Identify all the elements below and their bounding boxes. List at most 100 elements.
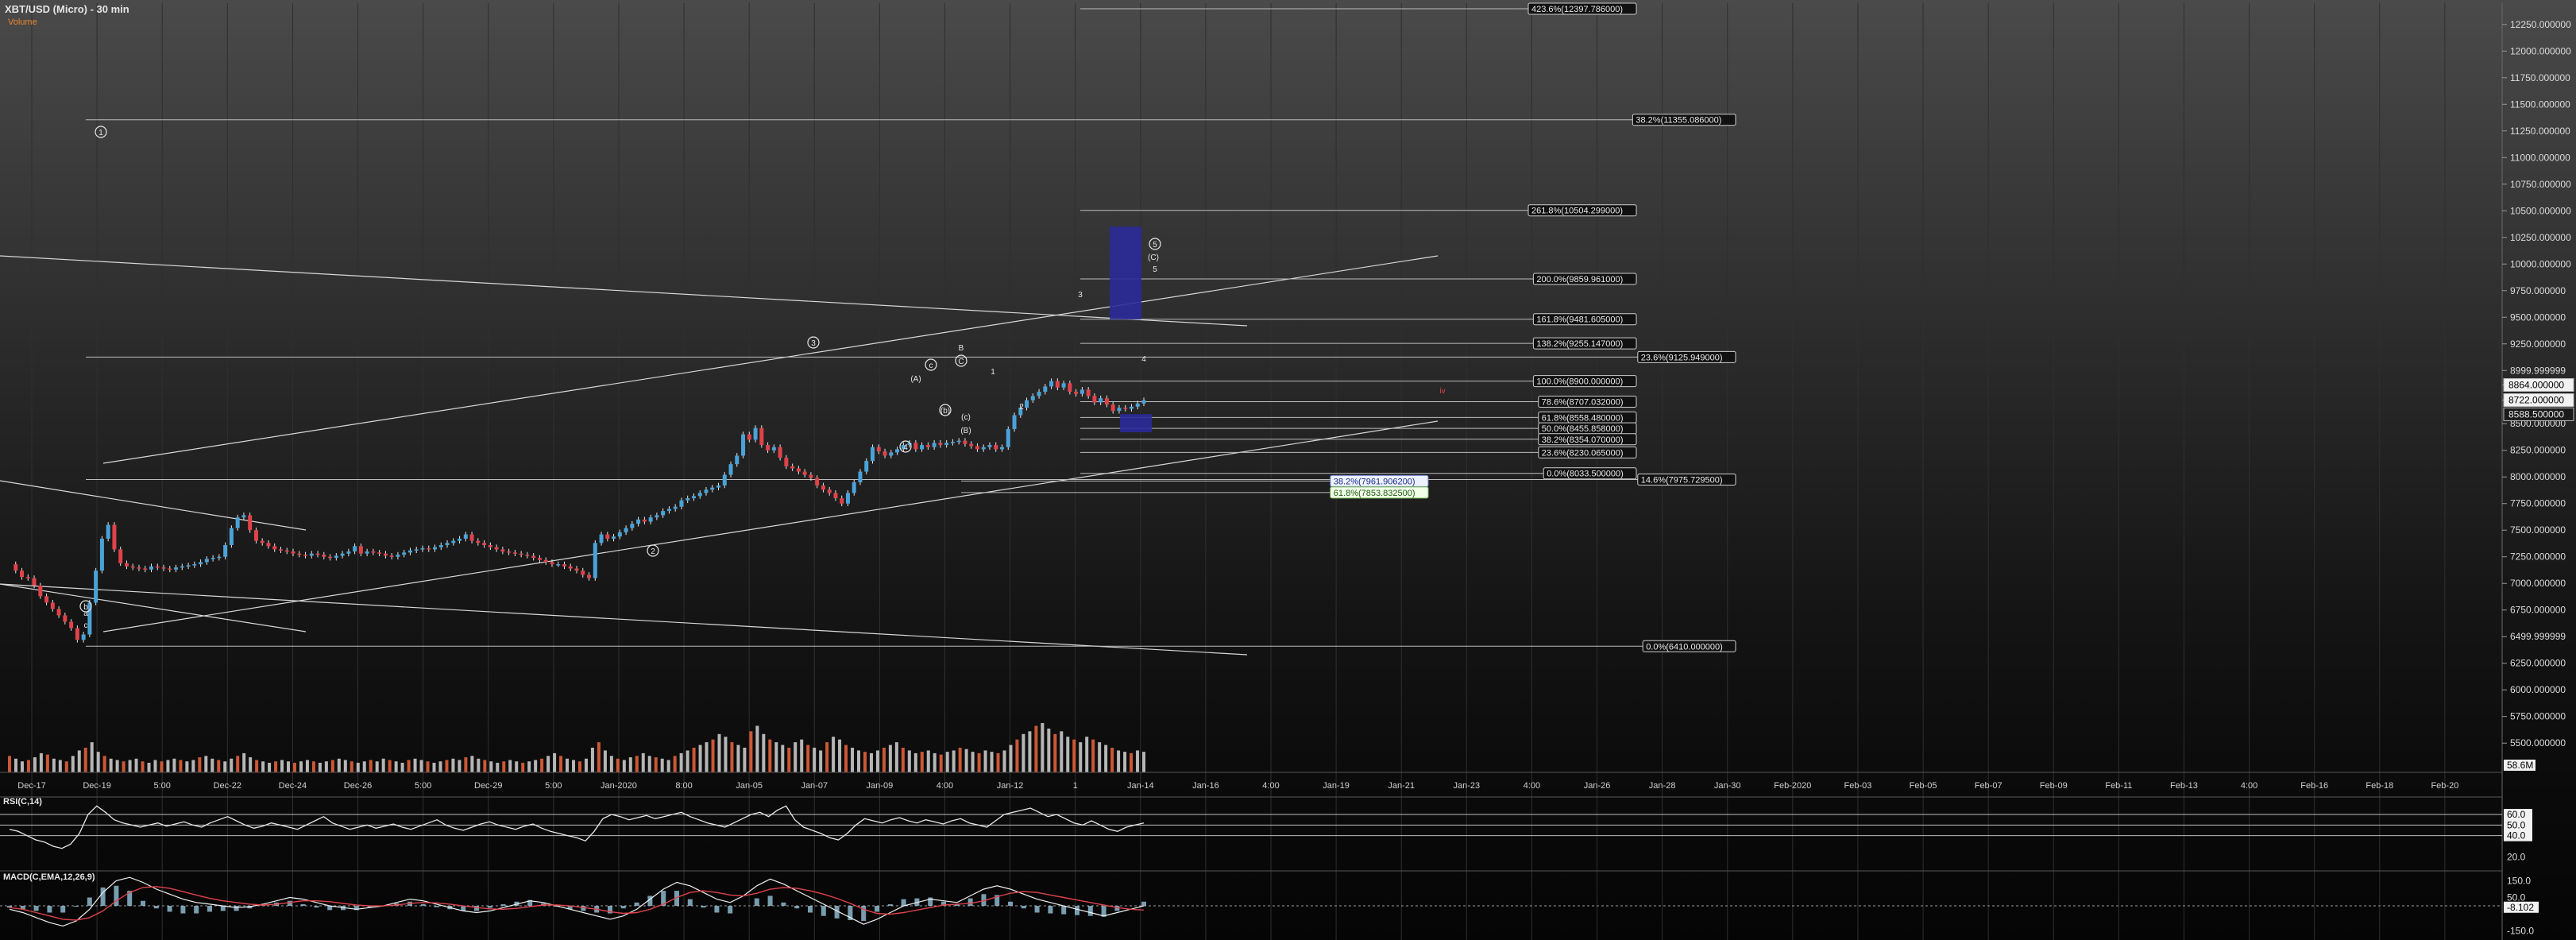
fib-level-label: 423.6%(12397.786000): [1531, 5, 1623, 14]
candle-body: [871, 447, 875, 462]
volume-bar: [45, 754, 49, 772]
candle-body: [741, 434, 746, 456]
trend-line: [0, 583, 307, 632]
candle-body: [143, 568, 148, 570]
chart-canvas[interactable]: Dec-17 Dec-19 5:00 Dec-22 Dec-24 Dec-26 5:00 De…: [0, 0, 2576, 940]
volume-bar: [311, 761, 315, 772]
volume-bar: [426, 761, 430, 772]
volume-bar: [1079, 742, 1083, 772]
candle-body: [1099, 398, 1103, 403]
candle-body: [753, 427, 758, 440]
candle-body: [759, 427, 764, 446]
candle-body: [56, 609, 61, 616]
macd-histogram-bar: [1008, 901, 1013, 907]
volume-bar: [96, 752, 100, 772]
macd-histogram-bar: [1048, 906, 1053, 914]
volume-bar: [280, 760, 284, 772]
volume-bar: [755, 725, 759, 772]
candle-body: [291, 551, 295, 554]
volume-bar: [1104, 745, 1108, 772]
volume-bar: [901, 748, 905, 772]
candle-body: [1135, 403, 1140, 407]
candle-body: [612, 536, 616, 539]
macd-histogram-bar: [701, 906, 706, 908]
volume-bar: [324, 761, 328, 772]
volume-bar: [204, 756, 208, 772]
price-marker-label: 8588.500000: [2508, 408, 2564, 420]
candle-body: [722, 474, 727, 485]
candle-body: [476, 540, 481, 543]
candle-body: [944, 443, 949, 446]
candle-body: [278, 549, 283, 551]
volume-bar: [166, 760, 170, 772]
x-tick-label: Feb-16: [2300, 781, 2328, 791]
candle-body: [537, 558, 542, 560]
wave-label: c: [929, 362, 933, 370]
rsi-axis-label: 40.0: [2507, 830, 2526, 841]
volume-bar: [287, 761, 291, 772]
wave-label: 2: [1019, 403, 1024, 412]
volume-bar: [8, 756, 11, 772]
volume-bar: [1034, 725, 1038, 772]
volume-bar: [274, 761, 278, 772]
volume-bar: [90, 742, 94, 772]
candle-body: [458, 538, 462, 541]
volume-bar: [743, 748, 747, 772]
candle-body: [556, 564, 561, 566]
y-tick-label: 8250.000000: [2510, 445, 2566, 456]
volume-bar: [26, 760, 30, 772]
volume-bar: [388, 760, 392, 772]
candle-body: [223, 544, 228, 557]
volume-bar: [781, 745, 785, 772]
macd-histogram-bar: [420, 903, 426, 907]
macd-histogram-bar: [1114, 906, 1120, 911]
trend-line: [0, 255, 1248, 327]
candle-body: [253, 530, 258, 541]
candle-body: [525, 555, 530, 556]
candle-body: [482, 543, 487, 545]
volume-bar: [566, 758, 570, 772]
candle-body: [322, 555, 326, 557]
candle-body: [124, 563, 129, 567]
x-tick-label: 5:00: [545, 781, 562, 791]
candle-body: [1055, 381, 1060, 388]
candle-body: [1043, 386, 1048, 393]
candle-body: [25, 577, 30, 578]
volume-bar: [559, 756, 563, 772]
candle-body: [895, 449, 900, 453]
candle-body: [284, 550, 289, 552]
y-tick-label: 7250.000000: [2510, 551, 2566, 563]
volume-bar: [172, 758, 176, 772]
candle-body: [149, 566, 153, 570]
trend-line: [102, 255, 1439, 464]
candle-body: [20, 571, 25, 578]
candle-body: [531, 555, 536, 559]
macd-histogram-bar: [287, 900, 292, 907]
volume-bar: [907, 750, 911, 772]
fib-level-label: 100.0%(8900.000000): [1536, 377, 1623, 387]
candle-body: [840, 498, 844, 504]
volume-bar: [249, 757, 253, 772]
candle-body: [469, 534, 474, 541]
macd-axis-label: -8.102: [2507, 902, 2534, 913]
macd-axis-label: 150.0: [2507, 875, 2531, 886]
macd-line: [9, 876, 1145, 927]
candle-body: [827, 489, 832, 493]
fib-level-label: 38.2%(7961.906200): [1334, 477, 1415, 486]
volume-bar: [1009, 745, 1013, 772]
candle-body: [272, 546, 277, 550]
x-tick-label: Jan-21: [1388, 781, 1415, 791]
fib-level-label: 50.0%(8455.858000): [1542, 424, 1624, 434]
candle-body: [204, 559, 209, 563]
candle-body: [438, 544, 443, 547]
candle-body: [94, 571, 98, 603]
macd-histogram-bar: [100, 887, 106, 907]
fib-level-label: 78.6%(8707.032000): [1542, 398, 1624, 408]
candle-body: [630, 524, 635, 528]
fib-level-label: 261.8%(10504.299000): [1531, 207, 1623, 216]
volume-bar: [185, 761, 189, 772]
volume-bar: [686, 750, 689, 772]
volume-bar: [609, 756, 613, 772]
candle-body: [377, 552, 382, 554]
candle-body: [235, 517, 240, 528]
